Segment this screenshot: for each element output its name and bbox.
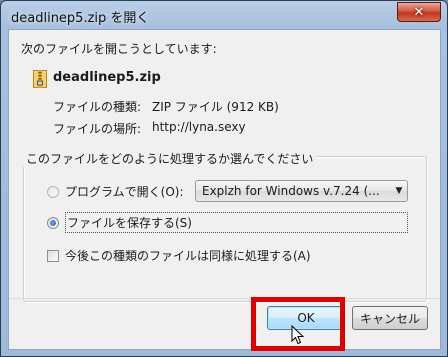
action-group-title: このファイルをどのように処理するか選んでください [23, 150, 317, 167]
file-source-value: http://lyna.sexy [152, 120, 246, 134]
close-icon: ✕ [413, 4, 425, 20]
dialog-body: 次のファイルを開こうとしています: deadlinep5.zip ファイルの種類… [8, 29, 441, 350]
window-title: deadlinep5.zip を開く [11, 11, 150, 26]
close-button[interactable]: ✕ [397, 2, 441, 22]
zip-file-icon [33, 70, 47, 88]
open-with-label[interactable]: プログラムで開く(O): [65, 183, 184, 200]
title-bar[interactable]: deadlinep5.zip を開く ✕ [1, 1, 447, 29]
mouse-cursor-icon [291, 325, 305, 345]
open-with-radio[interactable] [47, 186, 59, 198]
dropdown-arrow-icon: ▼ [395, 186, 403, 196]
program-select[interactable]: Explzh for Windows v.7.24 (... ▼ [195, 180, 408, 202]
save-file-label[interactable]: ファイルを保存する(S) [67, 214, 192, 231]
remember-checkbox[interactable] [47, 250, 59, 262]
cancel-button-label: キャンセル [359, 311, 420, 326]
file-source-label: ファイルの場所: [53, 122, 142, 136]
remember-label[interactable]: 今後この種類のファイルは同様に処理する(A) [65, 247, 311, 264]
program-select-value: Explzh for Windows v.7.24 (... [202, 184, 380, 198]
download-dialog-window: deadlinep5.zip を開く ✕ 次のファイルを開こうとしています: d… [0, 0, 448, 357]
cancel-button[interactable]: キャンセル [352, 306, 428, 330]
file-type-value: ZIP ファイル (912 KB) [152, 100, 279, 114]
intro-text: 次のファイルを開こうとしています: [21, 42, 217, 56]
file-type-label: ファイルの種類: [53, 100, 142, 114]
save-file-radio[interactable] [47, 217, 59, 229]
file-name: deadlinep5.zip [53, 70, 161, 85]
